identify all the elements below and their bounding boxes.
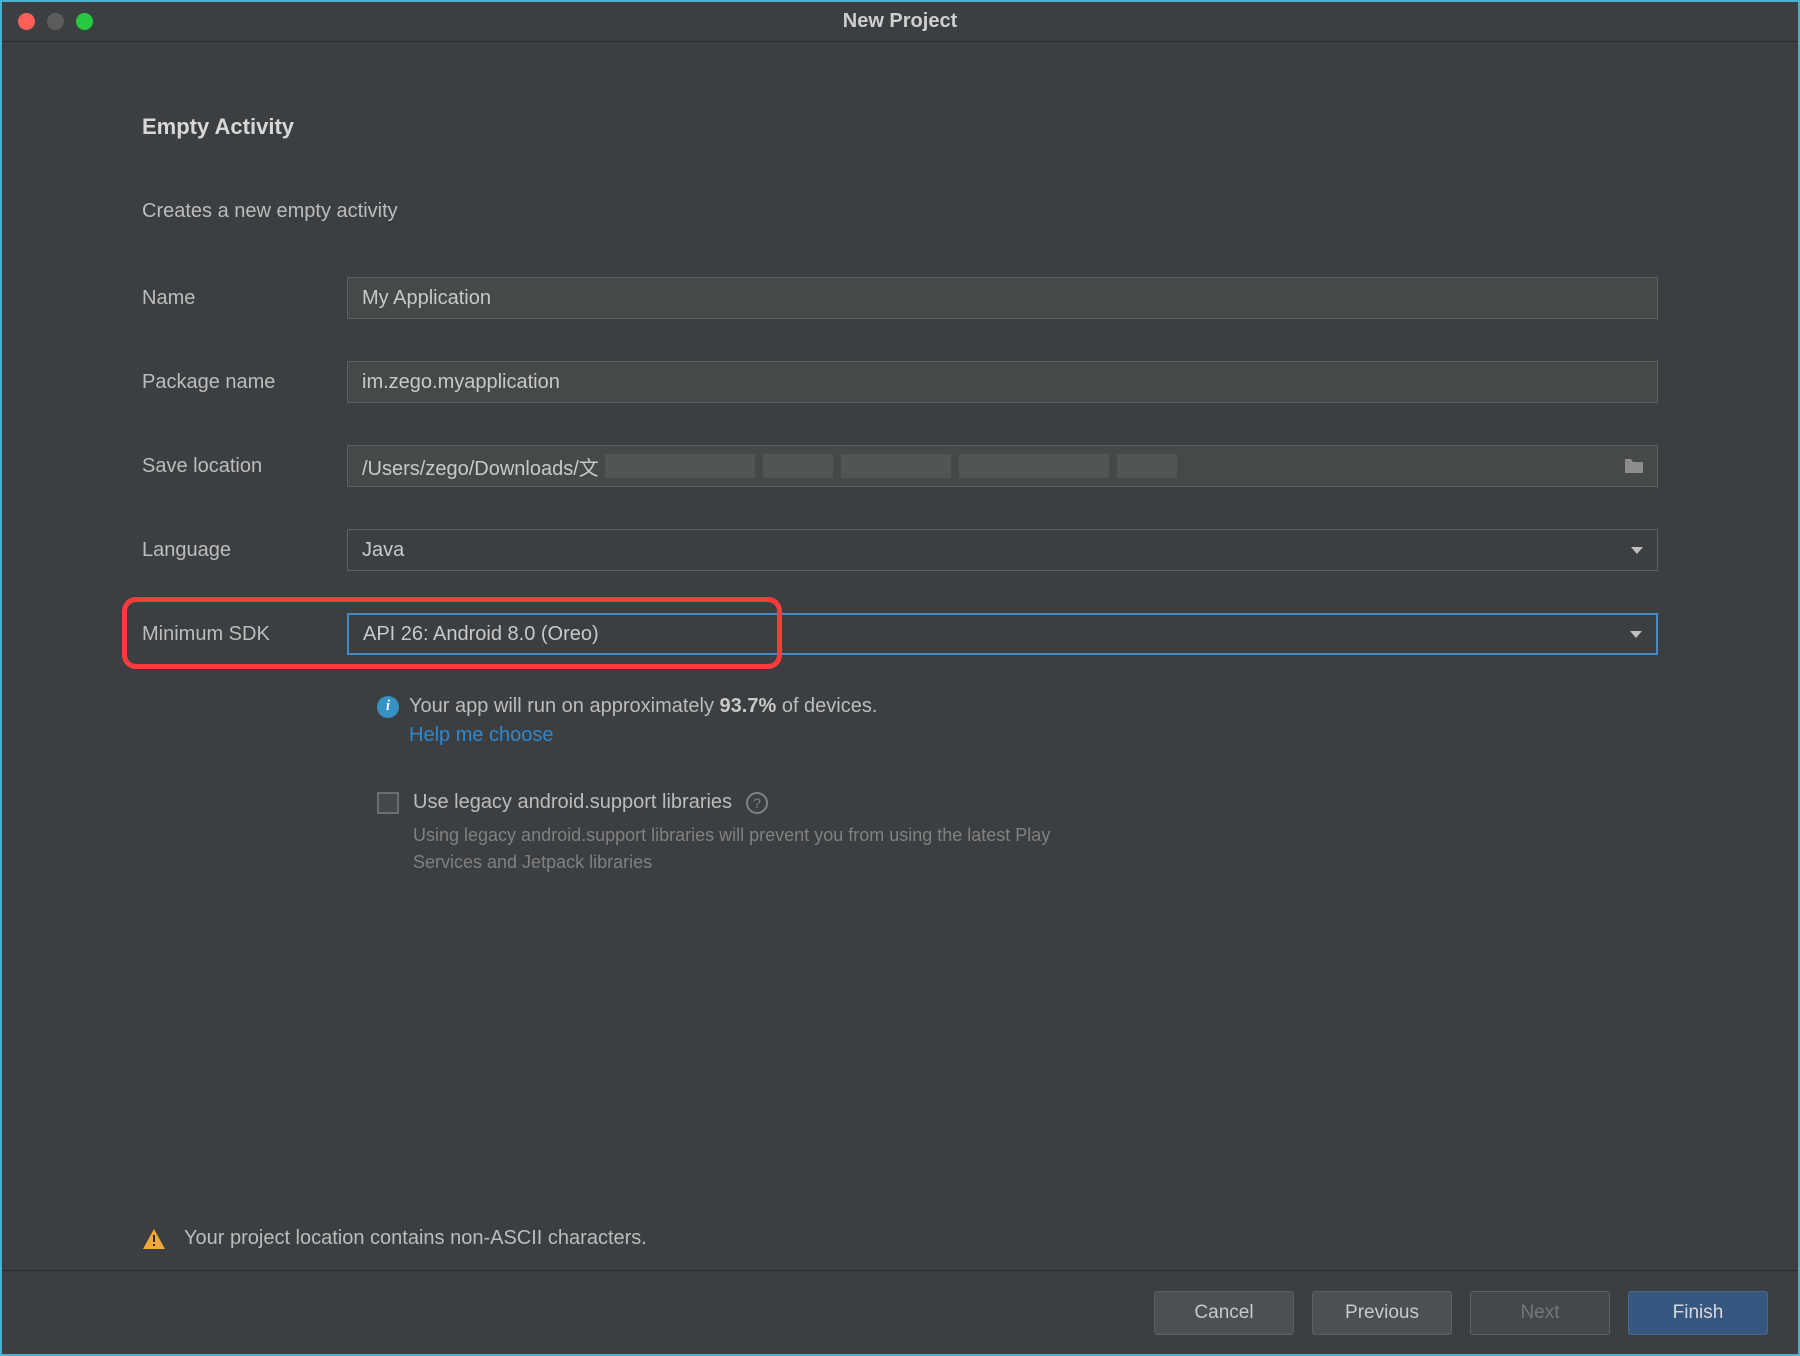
cancel-button[interactable]: Cancel <box>1154 1291 1294 1335</box>
info-text: Your app will run on approximately 93.7%… <box>409 695 877 718</box>
chevron-down-icon <box>1630 631 1642 638</box>
window-controls <box>2 13 93 30</box>
language-label: Language <box>142 539 347 562</box>
legacy-checkbox[interactable] <box>377 792 399 814</box>
device-info: i Your app will run on approximately 93.… <box>347 695 1658 876</box>
help-icon[interactable]: ? <box>746 792 768 814</box>
content-area: Empty Activity Creates a new empty activ… <box>2 42 1798 1270</box>
warning-text: Your project location contains non-ASCII… <box>184 1227 647 1250</box>
titlebar: New Project <box>2 2 1798 42</box>
package-input-field[interactable] <box>362 371 1643 394</box>
chevron-down-icon <box>1631 547 1643 554</box>
legacy-checkbox-row: Use legacy android.support libraries ? <box>377 791 1658 814</box>
footer: Cancel Previous Next Finish <box>2 1270 1798 1354</box>
name-input[interactable] <box>347 277 1658 319</box>
previous-button[interactable]: Previous <box>1312 1291 1452 1335</box>
location-input[interactable]: /Users/zego/Downloads/文 <box>347 445 1658 487</box>
new-project-dialog: New Project Empty Activity Creates a new… <box>0 0 1800 1356</box>
legacy-label: Use legacy android.support libraries <box>413 791 732 814</box>
zoom-window-button[interactable] <box>76 13 93 30</box>
language-row: Language Java <box>142 529 1658 571</box>
location-value: /Users/zego/Downloads/文 <box>362 452 599 481</box>
activity-description: Creates a new empty activity <box>142 200 1658 223</box>
next-button: Next <box>1470 1291 1610 1335</box>
language-value: Java <box>362 539 404 562</box>
package-label: Package name <box>142 371 347 394</box>
minsdk-select[interactable]: API 26: Android 8.0 (Oreo) <box>347 613 1658 655</box>
finish-button[interactable]: Finish <box>1628 1291 1768 1335</box>
help-me-choose-link[interactable]: Help me choose <box>409 724 1658 747</box>
browse-folder-icon[interactable] <box>1623 457 1645 475</box>
minsdk-row: Minimum SDK API 26: Android 8.0 (Oreo) <box>142 613 1658 655</box>
name-label: Name <box>142 287 347 310</box>
package-input[interactable] <box>347 361 1658 403</box>
close-window-button[interactable] <box>18 13 35 30</box>
language-select[interactable]: Java <box>347 529 1658 571</box>
activity-title: Empty Activity <box>142 114 1658 140</box>
redacted-path <box>605 454 1177 478</box>
location-label: Save location <box>142 455 347 478</box>
minimize-window-button <box>47 13 64 30</box>
window-title: New Project <box>2 10 1798 33</box>
name-input-field[interactable] <box>362 287 1643 310</box>
name-row: Name <box>142 277 1658 319</box>
info-icon: i <box>377 696 399 718</box>
legacy-sublabel: Using legacy android.support libraries w… <box>413 822 1113 876</box>
minsdk-label: Minimum SDK <box>142 623 347 646</box>
package-row: Package name <box>142 361 1658 403</box>
warning-icon <box>142 1228 166 1250</box>
location-row: Save location /Users/zego/Downloads/文 <box>142 445 1658 487</box>
minsdk-value: API 26: Android 8.0 (Oreo) <box>363 623 599 646</box>
warning-row: Your project location contains non-ASCII… <box>142 1227 647 1250</box>
